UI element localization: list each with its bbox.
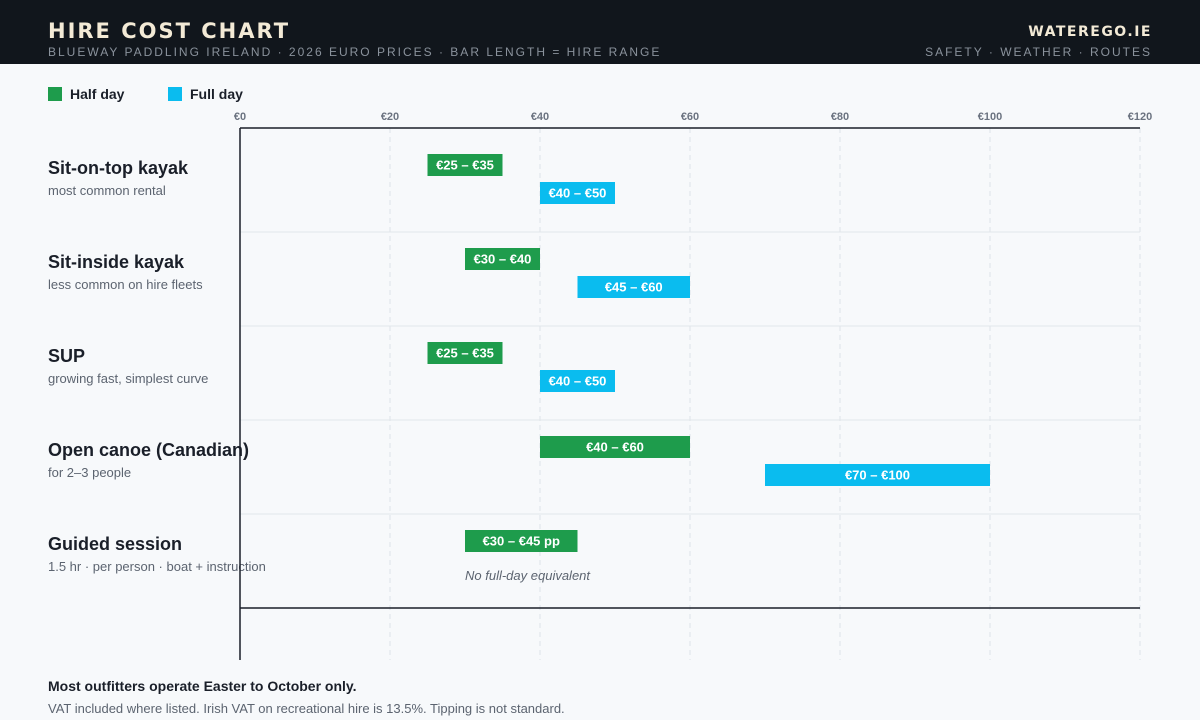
- half-day-label: €40 – €60: [586, 440, 644, 455]
- x-tick-label: €40: [531, 111, 549, 123]
- half-day-label: €30 – €40: [474, 252, 532, 267]
- footer-vat-note: VAT included where listed. Irish VAT on …: [48, 701, 565, 716]
- no-full-day-note: No full-day equivalent: [465, 568, 591, 583]
- x-tick-label: €80: [831, 111, 849, 123]
- x-tick-label: €60: [681, 111, 699, 123]
- full-day-label: €40 – €50: [549, 374, 607, 389]
- full-day-label: €70 – €100: [845, 468, 910, 483]
- x-tick-label: €20: [381, 111, 399, 123]
- footer-season-note: Most outfitters operate Easter to Octobe…: [48, 678, 357, 694]
- half-day-label: €30 – €45 pp: [483, 534, 560, 549]
- half-day-label: €25 – €35: [436, 158, 494, 173]
- x-tick-label: €100: [978, 111, 1002, 123]
- full-day-label: €40 – €50: [549, 186, 607, 201]
- x-tick-label: €120: [1128, 111, 1152, 123]
- full-day-label: €45 – €60: [605, 280, 663, 295]
- range-chart: €0 €20 €40 €60 €80 €100 €120 €25 – €35 €40 – €50…: [234, 111, 1152, 660]
- half-day-label: €25 – €35: [436, 346, 494, 361]
- x-tick-label: €0: [234, 111, 246, 123]
